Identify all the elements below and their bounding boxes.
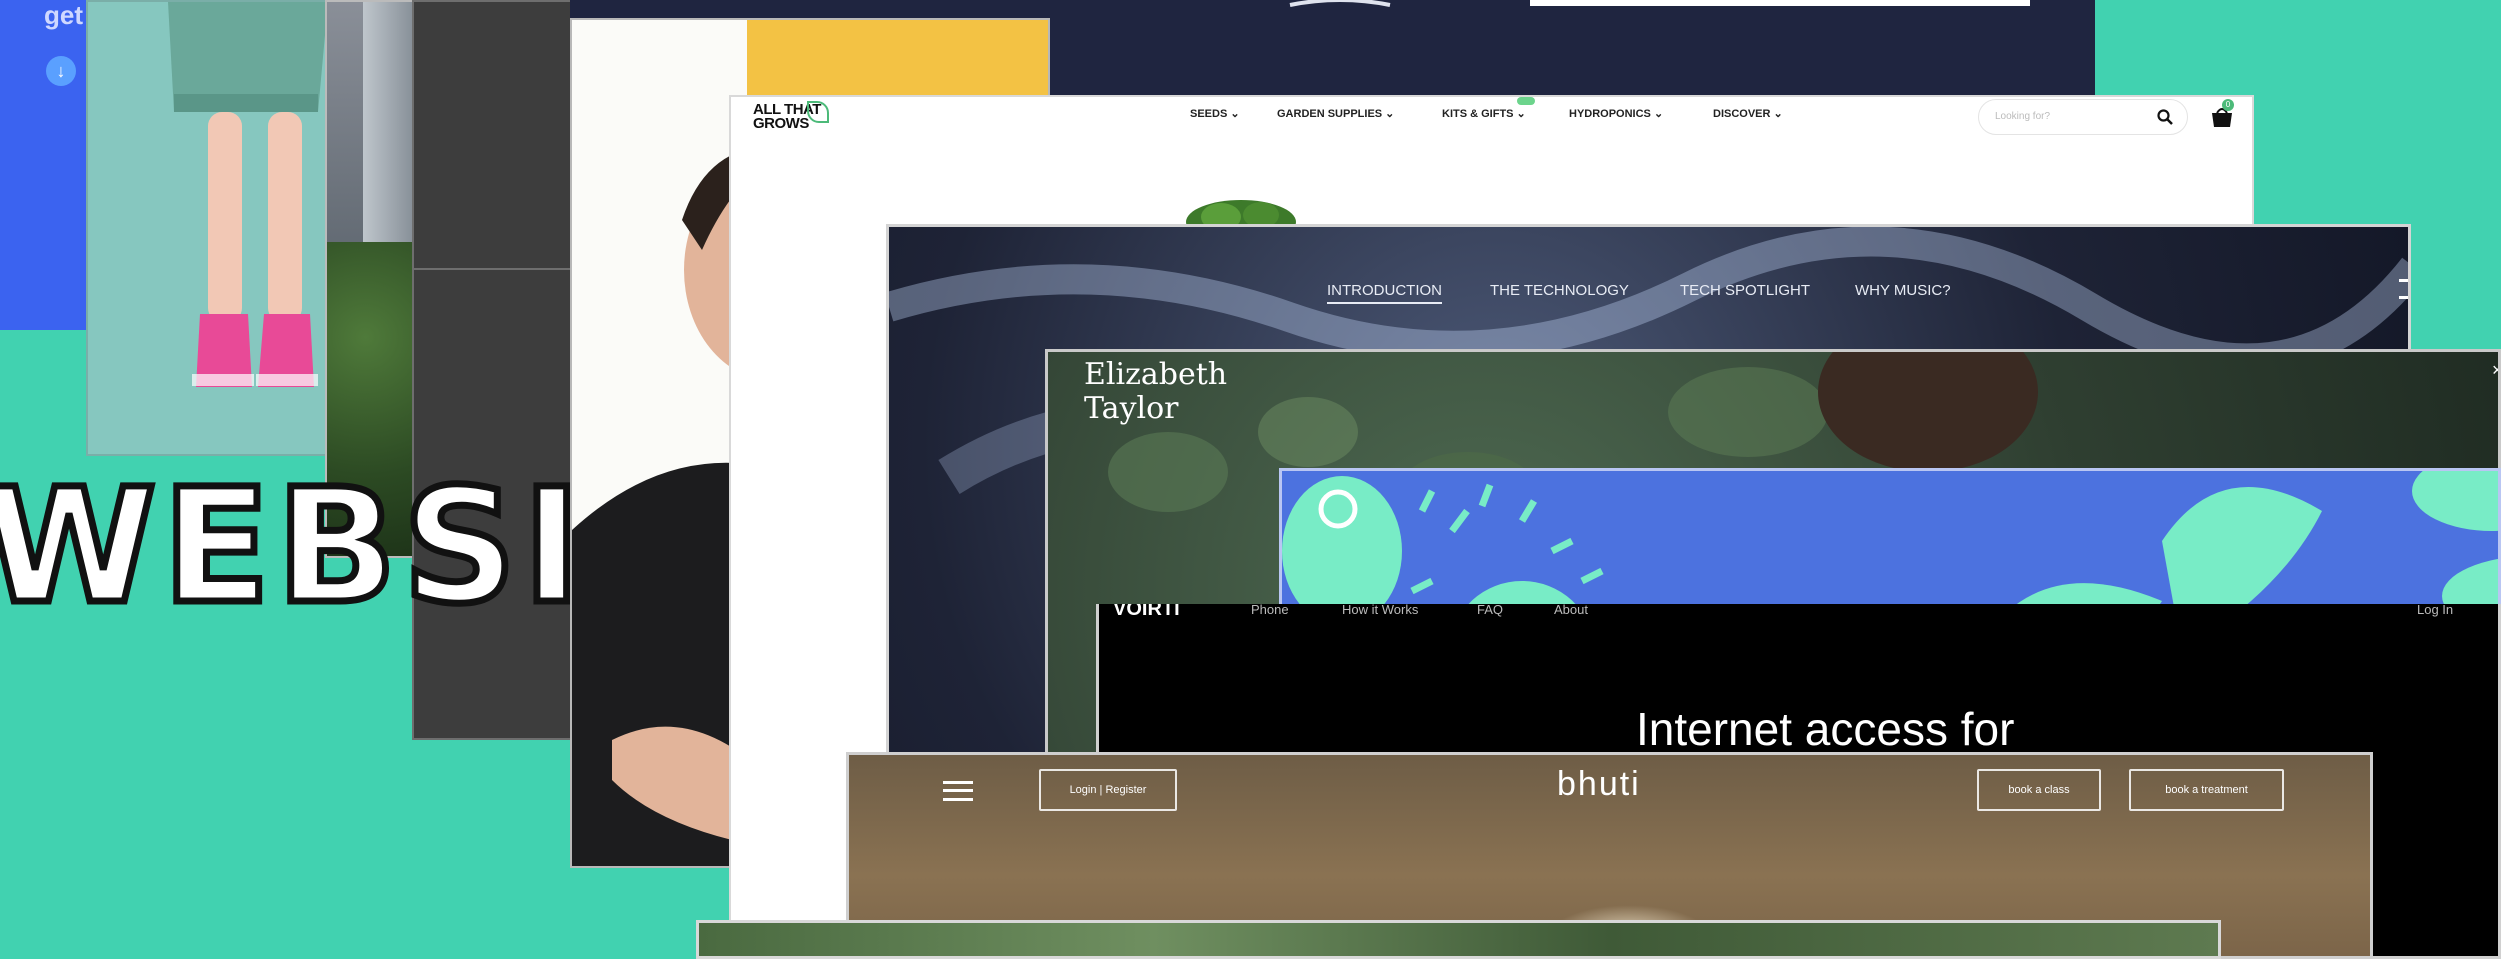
search-placeholder: Looking for? (1995, 111, 2051, 122)
plant-image (1186, 200, 1296, 227)
nav-introduction[interactable]: INTRODUCTION (1327, 282, 1442, 304)
forest-card (696, 920, 2221, 959)
book-class-button[interactable]: book a class (1977, 769, 2101, 811)
search-icon[interactable] (2157, 109, 2173, 125)
menu-icon[interactable] (2399, 279, 2408, 299)
headline-word: WEBSI (0, 455, 588, 639)
voirti-nav-phone[interactable]: Phone (1251, 604, 1289, 617)
liz-name[interactable]: Elizabeth Taylor (1084, 358, 1227, 426)
voirti-login[interactable]: Log In (2417, 604, 2453, 617)
search-input[interactable]: Looking for? (1978, 99, 2188, 135)
login-register-button[interactable]: Login | Register (1039, 769, 1177, 811)
nav-item-garden-supplies[interactable]: GARDEN SUPPLIES ⌄ (1277, 107, 1394, 120)
close-icon[interactable]: × (2492, 360, 2498, 381)
new-badge (1517, 97, 1535, 105)
cart-badge: 0 (2222, 99, 2234, 111)
nav-why-music[interactable]: WHY MUSIC? (1855, 282, 1951, 299)
nav-tech-spotlight[interactable]: TECH SPOTLIGHT (1680, 282, 1810, 299)
blue-card: get ↓ (0, 0, 86, 330)
nav-item-kits-gifts[interactable]: KITS & GIFTS ⌄ (1442, 107, 1526, 120)
model-figure (168, 2, 328, 387)
book-treatment-button[interactable]: book a treatment (2129, 769, 2284, 811)
voirti-logo[interactable]: VOIRTI (1113, 604, 1180, 621)
voirti-nav-how[interactable]: How it Works (1342, 604, 1418, 617)
nav-item-seeds[interactable]: SEEDS ⌄ (1190, 107, 1240, 120)
leaf-icon (807, 101, 829, 123)
bhuti-logo[interactable]: bhuti (1557, 765, 1641, 804)
voirti-headline: Internet access for (1636, 703, 2015, 755)
hamburger-icon[interactable] (943, 781, 973, 801)
voirti-nav-faq[interactable]: FAQ (1477, 604, 1503, 617)
blue-card-text: get (44, 0, 83, 30)
down-arrow-icon[interactable]: ↓ (46, 56, 76, 86)
nav-technology[interactable]: THE TECHNOLOGY (1490, 282, 1629, 299)
navy-arc-icon (1289, 0, 1391, 7)
nav-item-hydroponics[interactable]: HYDROPONICS ⌄ (1569, 107, 1663, 120)
voirti-nav-about[interactable]: About (1554, 604, 1588, 617)
fashion-card (86, 0, 330, 456)
nav-item-discover[interactable]: DISCOVER ⌄ (1713, 107, 1783, 120)
